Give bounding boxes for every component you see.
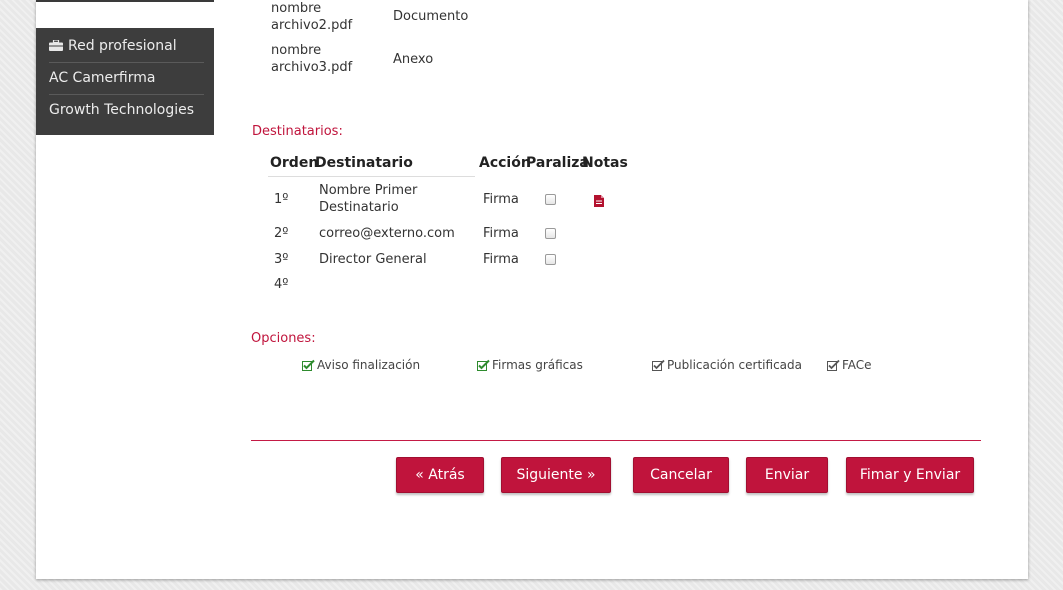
sign-and-send-button[interactable]: Fimar y Enviar [846,457,974,493]
recipient-order: 4º [274,277,289,292]
column-header-orden: Orden [270,155,319,171]
recipient-action: Firma [483,192,519,207]
recipient-action: Firma [483,226,519,241]
checked-checkbox-icon [827,359,840,371]
recipient-action: Firma [483,252,519,267]
recipient-name: Nombre Primer Destinatario [319,183,418,215]
recipient-order: 1º [274,192,289,207]
column-header-accion: Acción [479,155,531,171]
cancel-button[interactable]: Cancelar [633,457,729,493]
option-label: Publicación certificada [667,358,802,372]
recipient-name: correo@externo.com [319,226,455,241]
paraliza-checkbox[interactable] [545,194,556,205]
briefcase-icon [49,40,63,51]
option-label: Firmas gráficas [492,358,583,372]
sidebar-item-label: AC Camerfirma [49,70,156,86]
checked-checkbox-icon [477,359,490,371]
checked-checkbox-icon [652,359,665,371]
sidebar-item-growth-technologies[interactable]: Growth Technologies [49,95,204,126]
next-button[interactable]: Siguiente » [501,457,611,493]
options-section-title: Opciones: [251,331,316,346]
sidebar-item-ac-camerfirma[interactable]: AC Camerfirma [49,63,204,95]
column-header-paraliza: Paraliza [526,155,589,171]
recipient-order: 2º [274,226,289,241]
sidebar-item-label: Growth Technologies [49,102,195,118]
paraliza-checkbox[interactable] [545,254,556,265]
recipient-name: Director General [319,252,427,267]
table-header-divider [268,176,475,177]
document-type: Documento [393,9,469,24]
sidebar: Red profesional AC Camerfirma Growth Tec… [36,28,214,135]
document-note-icon[interactable] [594,192,604,207]
section-divider [251,440,981,441]
sidebar-item-label: Red profesional [68,38,177,54]
recipients-section-title: Destinatarios: [252,124,343,139]
option-face[interactable]: FACe [827,358,872,372]
checked-checkbox-icon [302,359,315,371]
option-label: FACe [842,358,872,372]
option-publicacion-certificada[interactable]: Publicación certificada [652,358,802,372]
document-name: nombre archivo3.pdf [271,43,353,75]
document-type: Anexo [393,52,434,67]
sidebar-top-border [36,0,214,2]
paraliza-checkbox[interactable] [545,228,556,239]
column-header-notas: Notas [582,155,628,171]
document-name: nombre archivo2.pdf [271,1,353,33]
back-button[interactable]: « Atrás [396,457,484,493]
option-aviso-finalizacion[interactable]: Aviso finalización [302,358,420,372]
option-label: Aviso finalización [317,358,421,372]
option-firmas-graficas[interactable]: Firmas gráficas [477,358,583,372]
send-button[interactable]: Enviar [746,457,828,493]
column-header-destinatario: Destinatario [315,155,413,171]
sidebar-item-red-profesional[interactable]: Red profesional [49,31,204,63]
recipient-order: 3º [274,252,289,267]
